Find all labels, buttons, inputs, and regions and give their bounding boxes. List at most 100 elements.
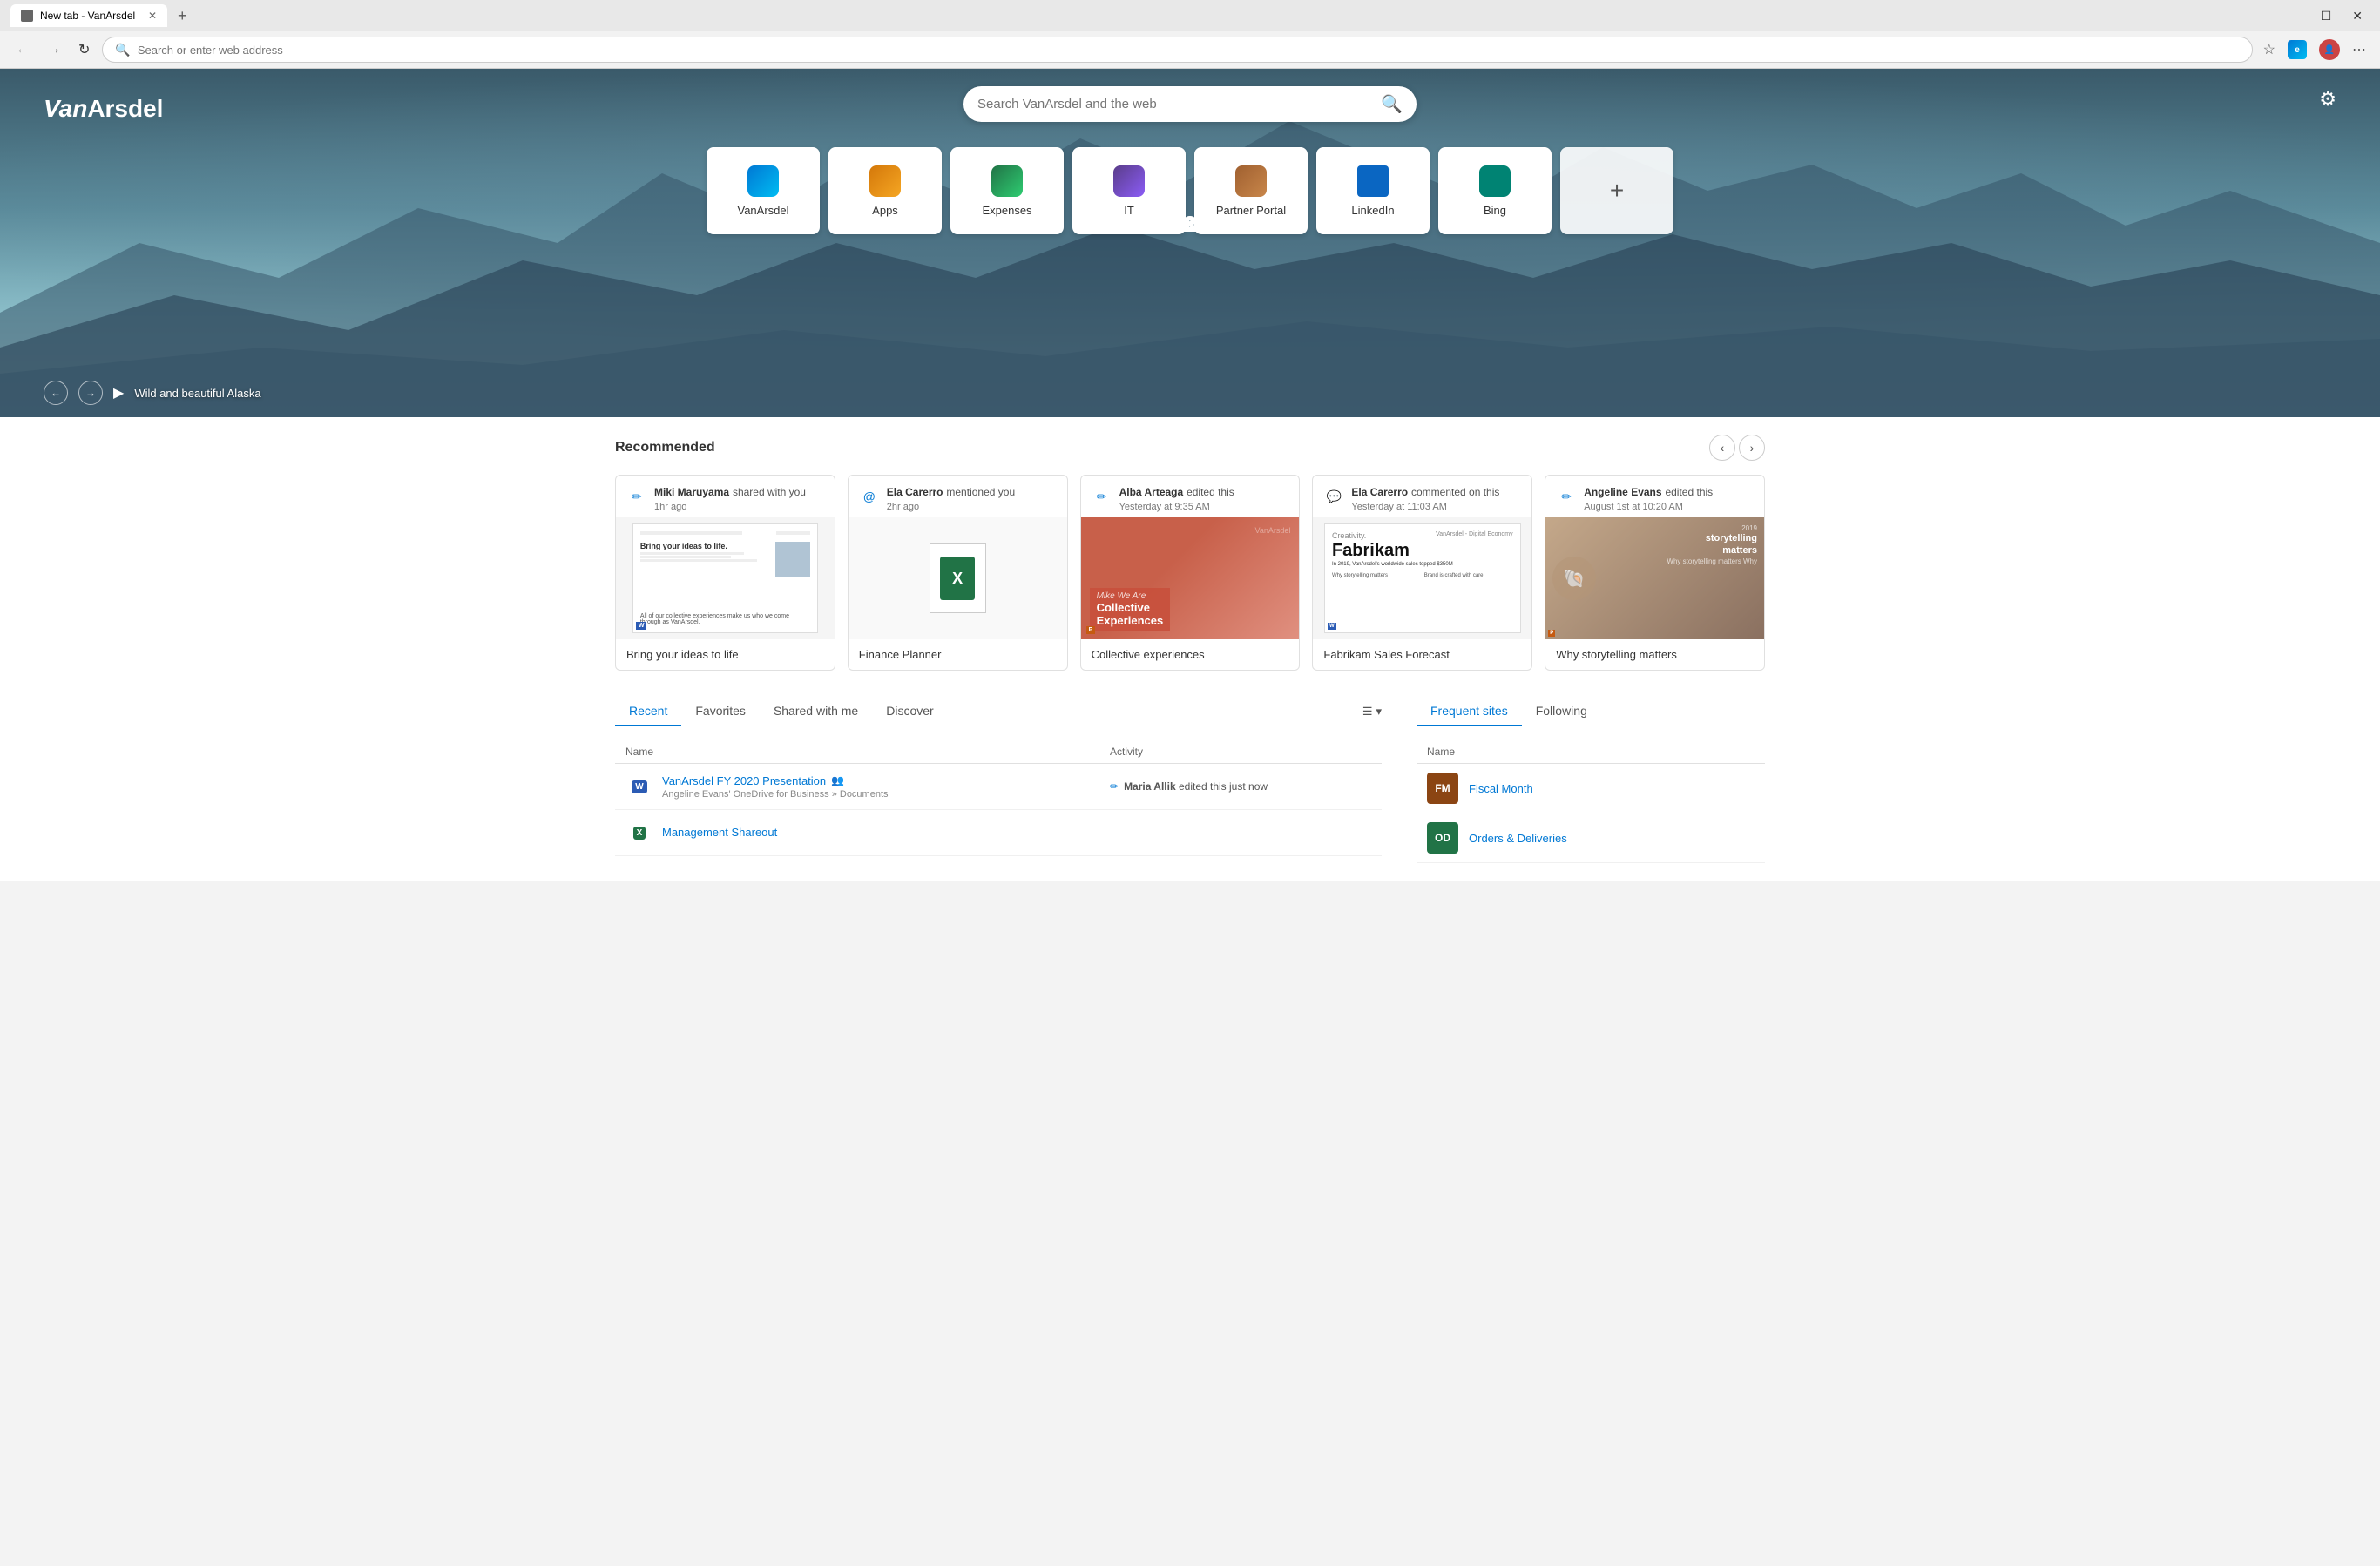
rec-action: mentioned you: [946, 486, 1015, 498]
hero-next-button[interactable]: →: [78, 381, 103, 405]
refresh-button[interactable]: ↻: [73, 37, 95, 62]
quick-links-container: VanArsdel Apps Expenses IT: [707, 147, 1673, 234]
rec-card-meta: Ela Carerro mentioned you 2hr ago: [887, 484, 1057, 512]
rec-time: Yesterday at 11:03 AM: [1351, 502, 1446, 512]
rec-card-header: ✏ Angeline Evans edited this August 1st …: [1545, 476, 1764, 517]
tab-bar: New tab - VanArsdel ✕ +: [10, 4, 2281, 27]
hero-search-button[interactable]: 🔍: [1381, 93, 1403, 115]
edge-profile-button[interactable]: e: [2284, 37, 2310, 63]
rec-card-meta: Miki Maruyama shared with you 1hr ago: [654, 484, 824, 512]
maximize-button[interactable]: ☐: [2314, 5, 2339, 27]
edge-icon: e: [2288, 40, 2307, 59]
tab-close-button[interactable]: ✕: [148, 10, 157, 22]
file-path: Angeline Evans' OneDrive for Business » …: [662, 789, 1110, 800]
word-file-icon: W: [625, 773, 653, 800]
address-input[interactable]: [138, 44, 2240, 57]
file-row[interactable]: W VanArsdel FY 2020 Presentation 👥 Angel…: [615, 764, 1382, 810]
user-profile-button[interactable]: 👤: [2316, 36, 2343, 64]
new-tab-button[interactable]: +: [171, 7, 194, 25]
user-avatar: 👤: [2319, 39, 2340, 60]
rec-card-storytelling[interactable]: ✏ Angeline Evans edited this August 1st …: [1545, 475, 1765, 671]
file-info: VanArsdel FY 2020 Presentation 👥 Angelin…: [662, 774, 1110, 800]
settings-ellipsis-button[interactable]: ⋯: [2349, 37, 2370, 62]
rec-user: Angeline Evans: [1584, 486, 1661, 498]
rec-card-title: Fabrikam Sales Forecast: [1313, 639, 1531, 670]
rec-card-header: @ Ela Carerro mentioned you 2hr ago: [849, 476, 1067, 517]
excel-icon: X: [633, 827, 646, 840]
rec-card-fabrikam[interactable]: 💬 Ela Carerro commented on this Yesterda…: [1312, 475, 1532, 671]
edit-icon: ✏: [626, 486, 647, 507]
sites-section: Frequent sites Following Name FM Fiscal …: [1417, 697, 1765, 863]
col-activity-header: Activity: [1110, 746, 1371, 758]
activity-edit-icon: ✏: [1110, 780, 1119, 793]
col-name-header: Name: [625, 746, 1110, 758]
rec-card-thumb: VanArsdel Mike We Are CollectiveExperien…: [1081, 517, 1300, 639]
tab-favorites[interactable]: Favorites: [681, 697, 760, 726]
tab-recent[interactable]: Recent: [615, 697, 681, 726]
nav-right-controls: ☆ e 👤 ⋯: [2260, 36, 2370, 64]
tab-following[interactable]: Following: [1522, 697, 1601, 726]
active-tab[interactable]: New tab - VanArsdel ✕: [10, 4, 167, 27]
forward-button[interactable]: →: [42, 38, 66, 61]
rec-action: edited this: [1665, 486, 1713, 498]
address-bar[interactable]: 🔍: [102, 37, 2252, 63]
linkedin-icon: in: [1357, 165, 1389, 197]
hero-settings-button[interactable]: ⚙: [2319, 88, 2336, 111]
files-section: Recent Favorites Shared with me Discover…: [615, 697, 1382, 863]
files-tabs: Recent Favorites Shared with me Discover…: [615, 697, 1382, 726]
hero-prev-button[interactable]: ←: [44, 381, 68, 405]
file-name: Management Shareout: [662, 826, 1110, 839]
rec-card-thumb: X: [849, 517, 1067, 639]
recommended-next-button[interactable]: ›: [1739, 435, 1765, 461]
hero-play-button[interactable]: ▶: [113, 384, 124, 402]
tab-discover[interactable]: Discover: [872, 697, 947, 726]
sites-table-header: Name: [1417, 740, 1765, 764]
files-filter-button[interactable]: ☰ ▾: [1362, 705, 1382, 719]
site-row-fiscal[interactable]: FM Fiscal Month: [1417, 764, 1765, 813]
quick-link-bing[interactable]: ᗯ Bing: [1438, 147, 1552, 234]
back-button[interactable]: ←: [10, 38, 35, 61]
rec-user: Miki Maruyama: [654, 486, 729, 498]
rec-card-collective[interactable]: ✏ Alba Arteaga edited this Yesterday at …: [1080, 475, 1301, 671]
favorites-button[interactable]: ☆: [2260, 37, 2279, 62]
rec-card-finance[interactable]: @ Ela Carerro mentioned you 2hr ago X Fi…: [848, 475, 1068, 671]
rec-card-header: ✏ Miki Maruyama shared with you 1hr ago: [616, 476, 835, 517]
rec-card-title: Finance Planner: [849, 639, 1067, 670]
edit-icon: ✏: [1092, 486, 1112, 507]
sites-tabs: Frequent sites Following: [1417, 697, 1765, 726]
hero-footer: ← → ▶ Wild and beautiful Alaska: [44, 381, 261, 405]
file-info: Management Shareout: [662, 826, 1110, 840]
rec-card-header: ✏ Alba Arteaga edited this Yesterday at …: [1081, 476, 1300, 517]
tab-frequent-sites[interactable]: Frequent sites: [1417, 697, 1522, 726]
rec-card-meta: Angeline Evans edited this August 1st at…: [1584, 484, 1754, 512]
rec-card-meta: Alba Arteaga edited this Yesterday at 9:…: [1119, 484, 1289, 512]
mention-icon: @: [859, 486, 880, 507]
shared-icon: 👥: [831, 774, 844, 786]
logo-text: Arsdel: [87, 95, 163, 122]
minimize-button[interactable]: —: [2281, 5, 2307, 26]
tab-favicon: [21, 10, 33, 22]
rec-time: 1hr ago: [654, 502, 686, 512]
recommended-title: Recommended: [615, 440, 715, 456]
site-avatar-fm: FM: [1427, 773, 1458, 804]
hero-search-input[interactable]: [977, 97, 1372, 111]
rec-card-bring-ideas[interactable]: ✏ Miki Maruyama shared with you 1hr ago: [615, 475, 835, 671]
files-table: Name Activity W VanArsdel FY 2020 Presen…: [615, 740, 1382, 856]
hero-search-bar[interactable]: 🔍: [963, 86, 1417, 122]
rec-user: Ela Carerro: [1351, 486, 1408, 498]
tab-title: New tab - VanArsdel: [40, 10, 135, 22]
rec-card-thumb: Creativity. VanArsdel - Digital Economy …: [1313, 517, 1531, 639]
file-row[interactable]: X Management Shareout: [615, 810, 1382, 856]
files-table-header: Name Activity: [615, 740, 1382, 764]
site-row-orders[interactable]: OD Orders & Deliveries: [1417, 813, 1765, 863]
site-name-fiscal: Fiscal Month: [1469, 782, 1533, 795]
bing-icon: ᗯ: [1479, 165, 1511, 197]
rec-card-title: Why storytelling matters: [1545, 639, 1764, 670]
tab-shared[interactable]: Shared with me: [760, 697, 872, 726]
rec-card-thumb: 2019 storytellingmatters Why storytellin…: [1545, 517, 1764, 639]
close-button[interactable]: ✕: [2345, 5, 2370, 27]
recommended-prev-button[interactable]: ‹: [1709, 435, 1735, 461]
bottom-section: Recent Favorites Shared with me Discover…: [615, 697, 1765, 863]
partner-icon: [1235, 165, 1267, 197]
rec-time: Yesterday at 9:35 AM: [1119, 502, 1210, 512]
